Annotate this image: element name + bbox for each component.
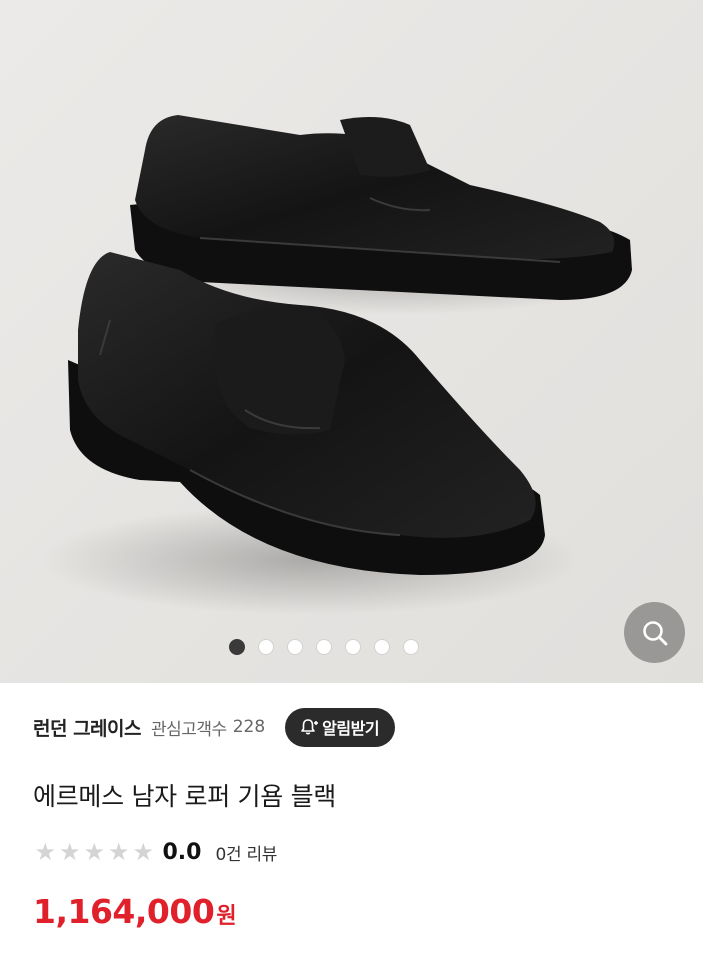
seller-row: 런던 그레이스 관심고객수 228 알림받기 [33, 706, 396, 748]
bell-plus-icon [301, 719, 319, 735]
product-image-gallery[interactable] [0, 0, 703, 683]
gallery-dot[interactable] [403, 639, 419, 655]
product-photo [0, 0, 703, 683]
price-unit: 원 [216, 904, 237, 929]
review-count-link[interactable]: 0건 리뷰 [215, 840, 277, 865]
price: 1,164,000 원 [33, 892, 237, 936]
star-icon: ★ [34, 838, 56, 866]
star-icon: ★ [132, 838, 154, 866]
gallery-dot[interactable] [345, 639, 361, 655]
product-title: 에르메스 남자 로퍼 기욤 블랙 [33, 782, 336, 811]
rating-value: 0.0 [162, 839, 202, 865]
gallery-dot[interactable] [229, 639, 245, 655]
gallery-dot[interactable] [287, 639, 303, 655]
rating-stars: ★ ★ ★ ★ ★ [33, 840, 156, 864]
star-icon: ★ [107, 838, 130, 866]
star-icon: ★ [83, 838, 105, 866]
alert-subscribe-button[interactable]: 알림받기 [285, 707, 396, 747]
price-amount: 1,164,000 [33, 892, 215, 931]
gallery-dot[interactable] [258, 639, 274, 655]
gallery-dot[interactable] [316, 639, 332, 655]
star-icon: ★ [58, 838, 81, 866]
alert-subscribe-label: 알림받기 [322, 719, 380, 738]
zoom-button[interactable] [624, 602, 685, 663]
watcher-label: 관심고객수 [151, 719, 227, 740]
rating-row[interactable]: ★ ★ ★ ★ ★ 0.0 0건 리뷰 [33, 836, 277, 868]
seller-name[interactable]: 런던 그레이스 [33, 714, 142, 741]
search-icon [642, 620, 667, 645]
watcher-count: 228 [232, 717, 266, 737]
gallery-pagination [0, 638, 703, 656]
gallery-dot[interactable] [374, 639, 390, 655]
